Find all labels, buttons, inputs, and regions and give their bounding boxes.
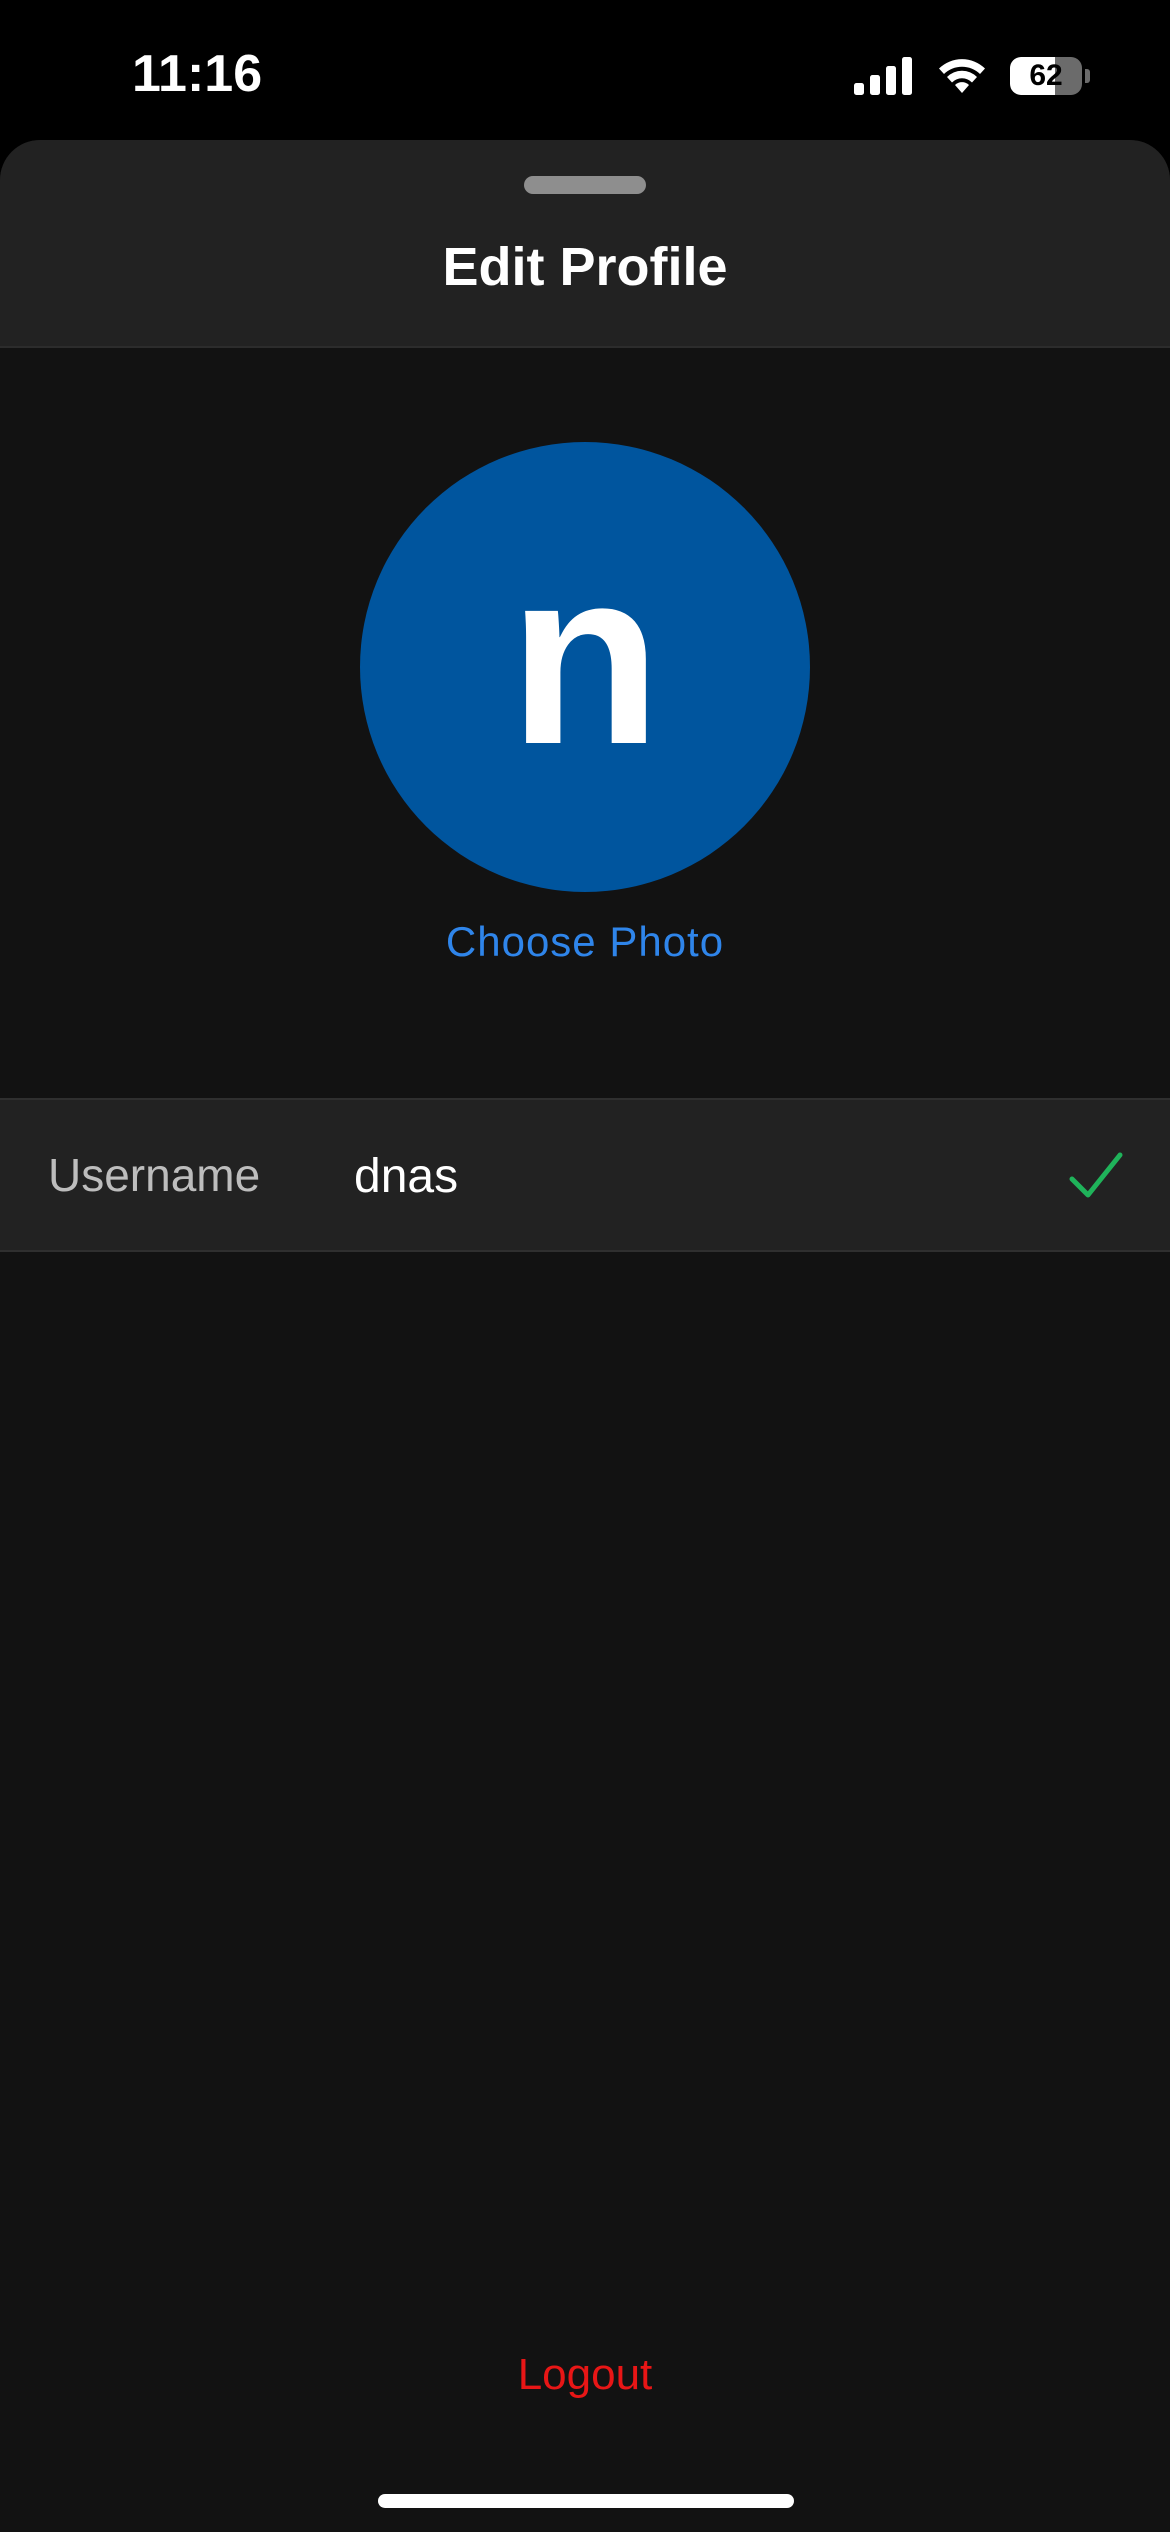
sheet-header: Edit Profile [0, 140, 1170, 348]
avatar[interactable]: n [360, 442, 810, 892]
status-icons: 62 [854, 52, 1090, 100]
page-title: Edit Profile [442, 237, 728, 297]
battery-level: 62 [1029, 59, 1063, 92]
username-label: Username [48, 1149, 261, 1201]
check-icon [1066, 1146, 1126, 1206]
home-indicator[interactable] [378, 2494, 794, 2508]
username-row: Username [0, 1098, 1170, 1252]
battery-icon: 62 [1010, 56, 1090, 96]
battery-cap [1085, 69, 1090, 83]
screen: 11:16 62 Edit Profile n Choose Photo Use… [0, 0, 1170, 2532]
edit-profile-sheet: Edit Profile n Choose Photo Username Log… [0, 140, 1170, 2532]
avatar-initial: n [508, 517, 662, 796]
choose-photo-button[interactable]: Choose Photo [0, 918, 1170, 966]
status-time: 11:16 [132, 45, 263, 103]
username-input[interactable] [354, 1136, 974, 1216]
status-bar: 11:16 62 [0, 0, 1170, 140]
wifi-icon [936, 57, 988, 95]
battery-body: 62 [1010, 57, 1083, 95]
sheet-grabber[interactable] [524, 176, 646, 194]
signal-icon [854, 57, 914, 95]
logout-button[interactable]: Logout [435, 2340, 735, 2410]
